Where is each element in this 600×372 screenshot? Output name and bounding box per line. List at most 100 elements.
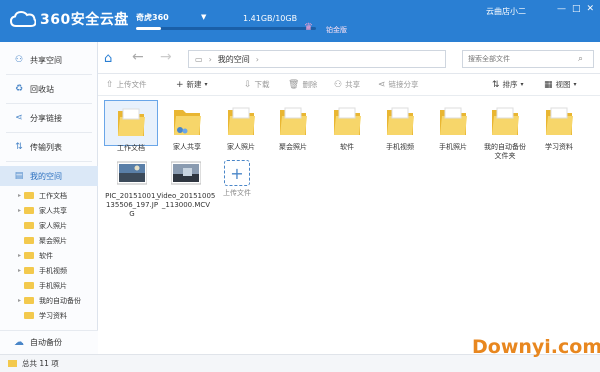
file-name: 工作文档 — [117, 144, 145, 152]
folder-icon — [546, 107, 573, 135]
sidebar-item-recycle[interactable]: ♻ 回收站 — [0, 79, 98, 99]
sort-label: 排序 — [502, 80, 518, 89]
folder-item-phone-photos[interactable]: 手机照片 — [426, 102, 480, 152]
sidebar-item-label: 分享链接 — [30, 113, 62, 123]
account-name[interactable]: 云曲店小二 — [486, 6, 526, 17]
tree-item-phone-video[interactable]: ▸ 手机视频 — [0, 264, 98, 277]
sidebar-divider — [6, 74, 92, 75]
path-separator-icon: › — [255, 54, 259, 64]
new-button[interactable]: + 新建 ▾ — [176, 79, 208, 90]
auto-backup-label: 自动备份 — [30, 338, 62, 347]
file-item-photo[interactable]: PIC_20151001_135506_197.JPG — [104, 160, 160, 219]
folder-icon — [24, 222, 34, 229]
file-name: Video_20151005_113000.MCV — [156, 192, 216, 209]
tree-item-label: 家人共享 — [39, 206, 67, 215]
sidebar-item-shared-space[interactable]: ⚇ 共享空间 — [0, 50, 98, 70]
folder-item-party-photos[interactable]: 聚会照片 — [266, 102, 320, 152]
forward-arrow-icon[interactable]: → — [160, 49, 172, 65]
tree-item-family-photos[interactable]: 家人照片 — [0, 219, 98, 232]
file-name: 我的自动备份文件夹 — [484, 143, 526, 160]
share-icon: ⚇ — [334, 79, 343, 90]
chevron-down-icon: ▾ — [573, 81, 577, 88]
tree-item-label: 手机照片 — [39, 281, 67, 290]
user-dropdown-icon[interactable]: ▼ — [201, 13, 206, 21]
folder-icon — [24, 207, 34, 214]
folder-item-phone-video[interactable]: 手机视频 — [373, 102, 427, 152]
share-label: 共享 — [345, 80, 361, 89]
auto-backup-button[interactable]: ☁ 自动备份 — [0, 330, 98, 354]
video-thumbnail-icon — [170, 161, 202, 185]
search-icon[interactable]: ⌕ — [578, 54, 583, 64]
tree-item-family-share[interactable]: ▸ 家人共享 — [0, 204, 98, 217]
maximize-icon[interactable]: □ — [572, 4, 581, 14]
tree-item-auto-backup[interactable]: ▸ 我的自动备份 — [0, 294, 98, 307]
sidebar-item-my-space[interactable]: ▤ 我的空间 — [0, 166, 98, 186]
storage-progress-bar — [136, 27, 316, 30]
tree-item-label: 软件 — [39, 251, 53, 260]
sidebar-item-transfer[interactable]: ⇅ 传输列表 — [0, 137, 98, 157]
folder-item-software[interactable]: 软件 — [320, 102, 374, 152]
path-separator-icon: › — [208, 54, 212, 64]
close-icon[interactable]: ✕ — [586, 4, 594, 14]
folder-icon — [24, 252, 34, 259]
folder-icon — [8, 360, 17, 367]
chevron-down-icon: ▾ — [204, 81, 208, 88]
download-button[interactable]: ⇩ 下载 — [244, 79, 270, 90]
breadcrumb-root[interactable]: 我的空间 — [218, 54, 250, 65]
tree-item-work-docs[interactable]: ▸ 工作文档 — [0, 189, 98, 202]
storage-progress-fill — [136, 27, 162, 30]
folder-icon — [24, 267, 34, 274]
file-grid: 工作文档 家人共享 家人照片 聚会照片 软件 手机视频 手机照片 我的自动备份文… — [98, 96, 600, 354]
sidebar-item-share-link[interactable]: ⋖ 分享链接 — [0, 108, 98, 128]
vip-label[interactable]: 铂金版 — [326, 25, 347, 35]
view-button[interactable]: ▦ 视图 ▾ — [544, 79, 577, 90]
sidebar: ⚇ 共享空间 ♻ 回收站 ⋖ 分享链接 ⇅ 传输列表 ▤ 我的空间 ▸ 工作文档 … — [0, 42, 98, 372]
tree-item-label: 聚会照片 — [39, 236, 67, 245]
link-share-button[interactable]: ⋖ 链接分享 — [378, 79, 419, 90]
tree-item-label: 我的自动备份 — [39, 296, 81, 305]
tree-item-phone-photos[interactable]: 手机照片 — [0, 279, 98, 292]
folder-icon — [24, 237, 34, 244]
file-item-video[interactable]: Video_20151005_113000.MCV — [156, 160, 216, 210]
home-icon[interactable]: ⌂ — [104, 51, 112, 66]
user-name[interactable]: 奇虎360 — [136, 12, 169, 23]
file-name: 聚会照片 — [279, 143, 307, 151]
link-share-label: 链接分享 — [388, 80, 419, 89]
tree-item-study[interactable]: 学习资料 — [0, 309, 98, 322]
upload-button[interactable]: ⇧ 上传文件 — [106, 79, 147, 90]
address-bar[interactable]: ▭ › 我的空间 › — [188, 50, 446, 68]
tree-item-software[interactable]: ▸ 软件 — [0, 249, 98, 262]
minimize-icon[interactable]: — — [557, 4, 566, 14]
link-icon: ⋖ — [378, 79, 386, 90]
file-name: 家人共享 — [173, 143, 201, 151]
folder-item-family-photos[interactable]: 家人照片 — [214, 102, 268, 152]
sidebar-divider — [6, 132, 92, 133]
transfer-icon: ⇅ — [15, 142, 23, 152]
file-name: 手机视频 — [386, 143, 414, 151]
delete-button[interactable]: 🗑 删除 — [288, 79, 317, 90]
folder-item-study[interactable]: 学习资料 — [532, 102, 586, 152]
tree-item-party-photos[interactable]: 聚会照片 — [0, 234, 98, 247]
file-name: 上传文件 — [223, 189, 251, 197]
download-icon: ⇩ — [244, 79, 252, 90]
folder-icon — [280, 107, 307, 135]
share-button[interactable]: ⚇ 共享 — [334, 79, 360, 90]
search-input[interactable] — [468, 55, 578, 63]
back-arrow-icon[interactable]: ← — [132, 49, 144, 65]
tree-item-label: 工作文档 — [39, 191, 67, 200]
image-thumbnail-icon — [116, 161, 148, 185]
sort-button[interactable]: ⇅ 排序 ▾ — [492, 79, 524, 90]
search-box[interactable]: ⌕ — [462, 50, 594, 68]
navigation-bar: ⌂ ← → ▭ › 我的空间 › ⌕ — [98, 42, 600, 74]
chevron-down-icon: ▾ — [520, 81, 524, 88]
upload-file-tile[interactable]: + 上传文件 — [210, 160, 264, 198]
window-controls: — □ ✕ — [557, 4, 594, 14]
sidebar-item-label: 我的空间 — [30, 171, 62, 181]
tree-item-label: 家人照片 — [39, 221, 67, 230]
upload-label: 上传文件 — [116, 80, 147, 89]
folder-icon — [228, 107, 255, 135]
new-label: 新建 — [186, 80, 202, 89]
folder-item-auto-backup[interactable]: 我的自动备份文件夹 — [476, 102, 534, 161]
folder-item-family-share[interactable]: 家人共享 — [160, 102, 214, 152]
folder-item-work-docs[interactable]: 工作文档 — [104, 100, 158, 152]
